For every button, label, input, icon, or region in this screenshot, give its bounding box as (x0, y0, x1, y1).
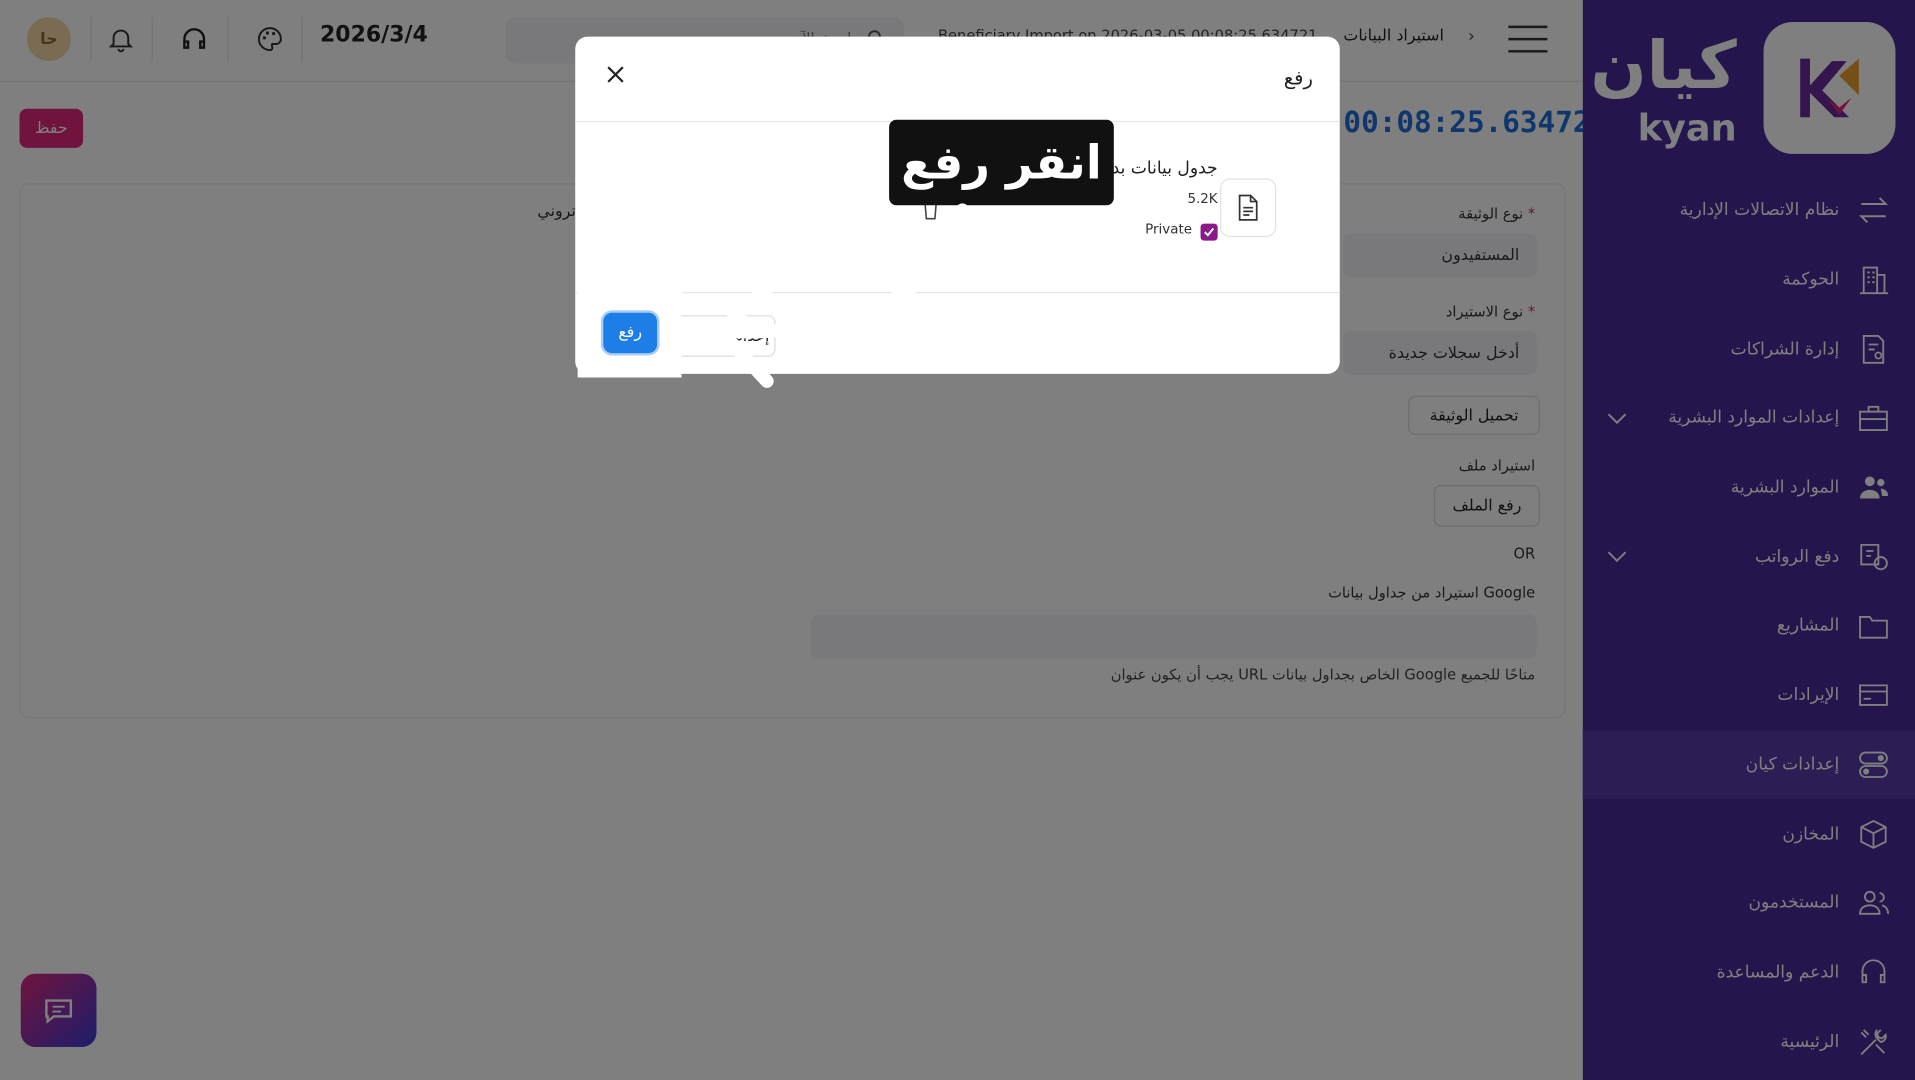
close-icon[interactable] (602, 61, 629, 88)
file-thumbnail (1220, 178, 1277, 238)
private-label: Private (1145, 221, 1192, 238)
private-checkbox[interactable] (1200, 223, 1218, 241)
upload-button[interactable]: رفع (603, 312, 658, 354)
tutorial-tooltip: انقر رفع (889, 119, 1114, 206)
file-size: 5.2K (1187, 190, 1218, 207)
dialog-title: رفع (1283, 65, 1313, 90)
file-name: جدول بيانات بدو (1103, 158, 1218, 179)
check-icon (1204, 227, 1215, 237)
file-icon (1238, 194, 1258, 221)
cancel-button[interactable]: إعدام (675, 315, 776, 357)
divider (575, 291, 1340, 294)
